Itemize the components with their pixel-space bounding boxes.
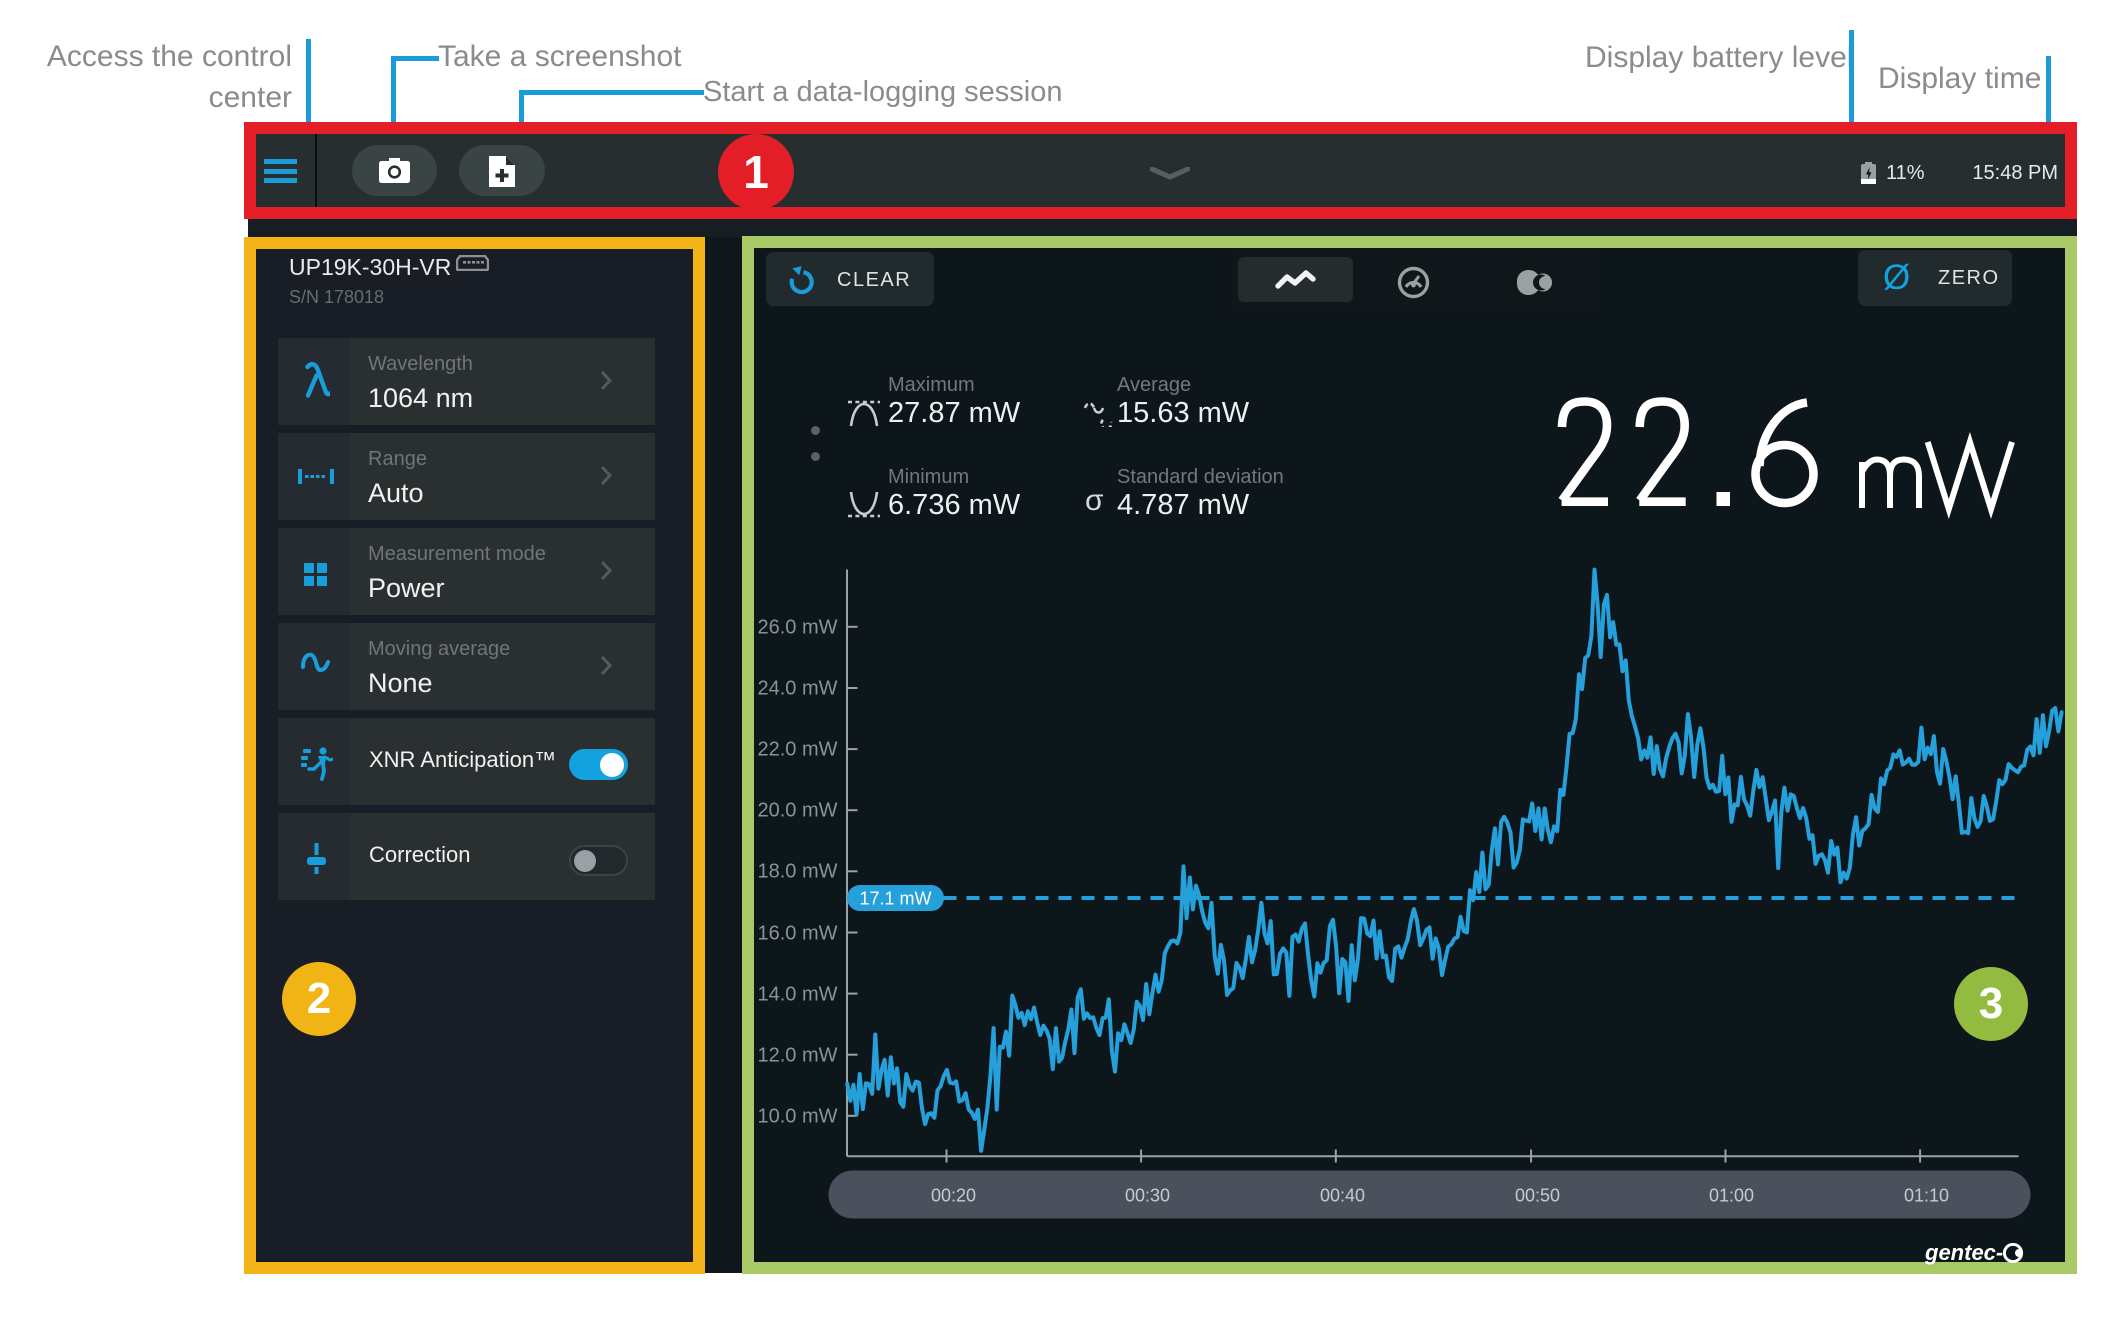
svg-text:00:20: 00:20: [931, 1186, 976, 1206]
svg-text:26.0 mW: 26.0 mW: [757, 617, 837, 639]
svg-text:01:10: 01:10: [1904, 1186, 1949, 1206]
svg-text:18.0 mW: 18.0 mW: [757, 861, 837, 883]
svg-text:00:30: 00:30: [1125, 1186, 1170, 1206]
svg-text:00:40: 00:40: [1320, 1186, 1365, 1206]
svg-text:16.0 mW: 16.0 mW: [757, 923, 837, 945]
svg-text:24.0 mW: 24.0 mW: [757, 678, 837, 700]
svg-text:20.0 mW: 20.0 mW: [757, 800, 837, 822]
svg-text:14.0 mW: 14.0 mW: [757, 984, 837, 1006]
svg-text:00:50: 00:50: [1515, 1186, 1560, 1206]
svg-text:01:00: 01:00: [1709, 1186, 1754, 1206]
svg-text:17.1 mW: 17.1 mW: [859, 889, 931, 909]
svg-text:12.0 mW: 12.0 mW: [757, 1045, 837, 1067]
svg-text:22.0 mW: 22.0 mW: [757, 739, 837, 761]
svg-text:10.0 mW: 10.0 mW: [757, 1106, 837, 1128]
